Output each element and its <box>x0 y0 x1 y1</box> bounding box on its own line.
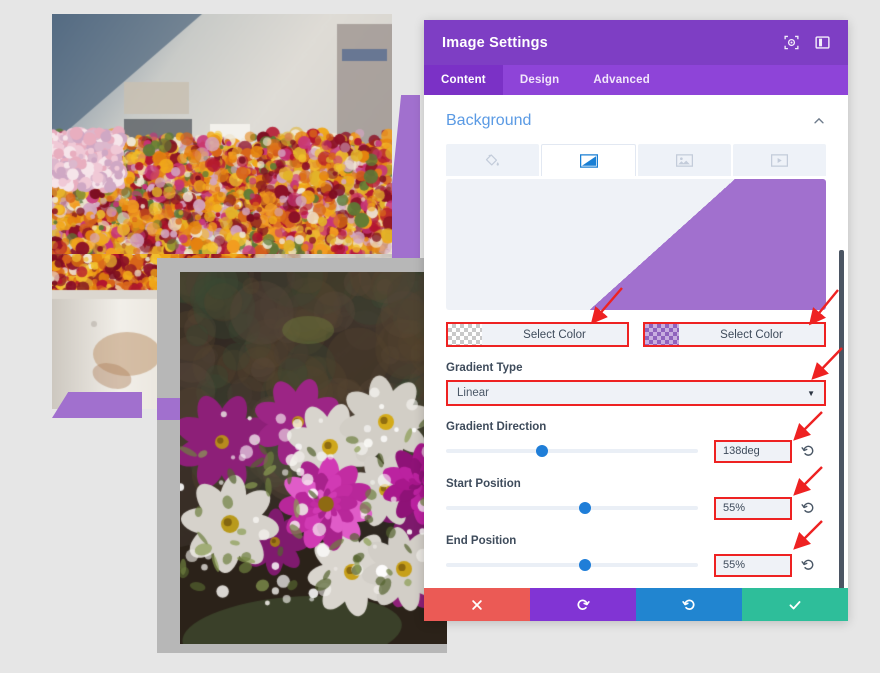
end-position-value: 55% <box>723 559 746 571</box>
tab-advanced[interactable]: Advanced <box>576 65 667 95</box>
bouquet-photo-clip <box>180 272 447 644</box>
gradient-direction-slider[interactable] <box>446 445 698 457</box>
chevron-down-icon: ▼ <box>807 388 815 398</box>
gradient-direction-value: 138deg <box>723 445 760 457</box>
end-color-button[interactable]: Select Color <box>643 322 826 347</box>
image-settings-modal: Image Settings Content Design Advanced B… <box>424 20 848 621</box>
end-position-row: 55% <box>446 553 826 577</box>
image-icon <box>676 153 693 167</box>
layout-panel-icon[interactable] <box>815 35 830 50</box>
market-flowers-photo <box>52 14 392 254</box>
gradient-direction-label: Gradient Direction <box>446 421 547 433</box>
start-position-knob[interactable] <box>578 502 591 514</box>
start-position-value: 55% <box>723 502 746 514</box>
start-color-swatch <box>448 324 482 345</box>
tab-design[interactable]: Design <box>503 65 577 95</box>
modal-header-actions <box>784 35 830 50</box>
screenshot-root: Image Settings Content Design Advanced B… <box>0 0 880 673</box>
background-type-tabs <box>446 144 826 176</box>
bouquet-photo <box>180 272 447 644</box>
undo-button[interactable] <box>530 588 636 621</box>
start-position-row: 55% <box>446 496 826 520</box>
background-section-title: Background <box>446 112 532 129</box>
redo-icon <box>682 599 695 610</box>
video-icon <box>771 153 788 167</box>
close-icon <box>472 599 482 610</box>
end-position-label: End Position <box>446 535 517 547</box>
gradient-preview <box>446 179 826 310</box>
bg-type-color[interactable] <box>446 144 539 176</box>
end-color-label: Select Color <box>720 328 783 341</box>
end-position-input[interactable]: 55% <box>714 553 792 577</box>
modal-footer <box>424 588 848 621</box>
gradient-type-label: Gradient Type <box>446 362 523 374</box>
start-position-input[interactable]: 55% <box>714 496 792 520</box>
cancel-button[interactable] <box>424 588 530 621</box>
gradient-icon <box>579 153 598 168</box>
start-color-button[interactable]: Select Color <box>446 322 629 347</box>
gradient-direction-row: 138deg <box>446 439 826 463</box>
tab-content[interactable]: Content <box>424 65 503 95</box>
redo-button[interactable] <box>636 588 742 621</box>
gradient-direction-knob[interactable] <box>535 445 548 457</box>
bg-type-image[interactable] <box>638 144 731 176</box>
undo-icon <box>577 599 590 610</box>
chevron-up-icon[interactable] <box>812 114 826 128</box>
modal-tabs: Content Design Advanced <box>424 65 848 95</box>
gradient-type-value: Linear <box>457 387 489 399</box>
gradient-direction-input[interactable]: 138deg <box>714 439 792 463</box>
check-icon <box>789 600 801 609</box>
save-button[interactable] <box>742 588 848 621</box>
bg-type-gradient[interactable] <box>541 144 636 176</box>
end-position-knob[interactable] <box>578 559 591 571</box>
reset-icon[interactable] <box>801 558 815 572</box>
modal-body: Background Select Color Select Color Gra… <box>424 95 848 588</box>
end-position-slider[interactable] <box>446 559 698 571</box>
reset-icon[interactable] <box>801 444 815 458</box>
modal-header: Image Settings <box>424 20 848 65</box>
gradient-color-row: Select Color Select Color <box>446 322 826 347</box>
scrollbar-thumb[interactable] <box>839 250 844 588</box>
start-color-label: Select Color <box>523 328 586 341</box>
paint-bucket-icon <box>485 153 499 166</box>
start-position-slider[interactable] <box>446 502 698 514</box>
bg-type-video[interactable] <box>733 144 826 176</box>
start-position-label: Start Position <box>446 478 521 490</box>
gradient-type-select[interactable]: Linear ▼ <box>446 380 826 406</box>
reset-icon[interactable] <box>801 501 815 515</box>
background-section-header[interactable]: Background <box>446 95 826 144</box>
focus-icon[interactable] <box>784 35 799 50</box>
modal-title: Image Settings <box>442 34 548 51</box>
end-color-swatch <box>645 324 679 345</box>
